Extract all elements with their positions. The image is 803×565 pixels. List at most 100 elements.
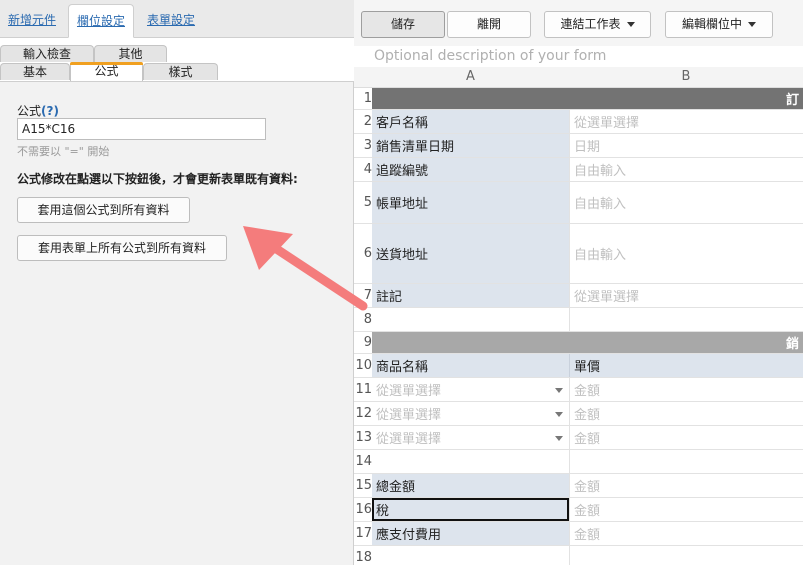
formula-note: 公式修改在點選以下按鈕後，才會更新表單既有資料: (17, 172, 298, 186)
edit-field-label: 編輯欄位中 (681, 17, 742, 31)
cell-b4[interactable]: 自由輸入 (569, 158, 803, 181)
sub-tab-bar: 輸入檢查 其他 基本 公式 樣式 (0, 38, 354, 82)
formula-input[interactable] (17, 118, 266, 140)
tab-validation[interactable]: 輸入檢查 (0, 45, 94, 62)
column-a-header[interactable]: A (372, 67, 569, 87)
tab-form-settings[interactable]: 表單設定 (138, 4, 204, 38)
table-row: 9 銷 (354, 332, 803, 354)
cell-b7[interactable]: 從選單選擇 (569, 284, 803, 307)
cell-a17[interactable]: 應支付費用 (372, 522, 569, 545)
apply-formula-button[interactable]: 套用這個公式到所有資料 (17, 197, 190, 223)
row-number: 11 (355, 382, 372, 397)
annotation-arrow-icon (243, 226, 368, 311)
table-row: 13 從選單選擇 金額 (354, 426, 803, 450)
cell-a2[interactable]: 客戶名稱 (372, 110, 569, 133)
dropdown-value: 從選單選擇 (376, 384, 442, 399)
tab-add-component[interactable]: 新增元件 (0, 4, 64, 38)
apply-all-formulas-button[interactable]: 套用表單上所有公式到所有資料 (17, 235, 227, 261)
table-row: 14 (354, 450, 803, 474)
row-number: 2 (363, 114, 372, 129)
form-description[interactable]: Optional description of your form (374, 48, 606, 64)
cell-a16-selected[interactable]: 稅 (372, 498, 569, 521)
formula-label: 公式(?) (17, 104, 59, 118)
row-number: 9 (363, 335, 372, 350)
top-tab-bar: 新增元件 欄位設定 表單設定 (0, 0, 354, 38)
cell-b1[interactable]: 訂 (569, 88, 803, 109)
cell-a5[interactable]: 帳單地址 (372, 182, 569, 223)
row-number: 10 (355, 358, 372, 373)
table-row: 5 帳單地址 自由輸入 (354, 182, 803, 224)
link-sheet-button[interactable]: 連結工作表 (544, 11, 651, 38)
edit-field-button[interactable]: 編輯欄位中 (665, 11, 773, 38)
formula-section: 公式(?) 不需要以 "=" 開始 公式修改在點選以下按鈕後，才會更新表單既有資… (0, 82, 354, 565)
row-number: 18 (355, 550, 372, 565)
cell-a15[interactable]: 總金額 (372, 474, 569, 497)
cell-b15[interactable]: 金額 (569, 474, 803, 497)
cell-a9[interactable] (372, 332, 569, 353)
column-header: A B (354, 67, 803, 88)
row-number: 13 (355, 430, 372, 445)
dropdown-arrow-icon[interactable] (555, 387, 563, 393)
cell-a14[interactable] (372, 450, 569, 473)
cell-a10[interactable]: 商品名稱 (372, 354, 569, 377)
cell-a8[interactable] (372, 308, 569, 331)
tab-other[interactable]: 其他 (94, 45, 167, 62)
link-sheet-label: 連結工作表 (560, 17, 621, 31)
column-b-header[interactable]: B (569, 67, 803, 87)
table-row: 7 註記 從選單選擇 (354, 284, 803, 308)
table-row: 12 從選單選擇 金額 (354, 402, 803, 426)
table-row: 18 (354, 546, 803, 565)
cell-a11[interactable]: 從選單選擇 (372, 378, 569, 401)
cell-b12[interactable]: 金額 (569, 402, 803, 425)
cell-b8[interactable] (569, 308, 803, 331)
dropdown-arrow-icon[interactable] (555, 435, 563, 441)
row-number: 1 (363, 91, 372, 106)
active-tab-indicator (70, 62, 143, 65)
leave-button[interactable]: 離開 (447, 11, 531, 38)
cell-a13[interactable]: 從選單選擇 (372, 426, 569, 449)
table-row: 3 銷售清單日期 日期 (354, 134, 803, 158)
cell-a18[interactable] (372, 546, 569, 565)
row-number: 14 (355, 454, 372, 469)
row-number: 5 (363, 195, 372, 210)
row-number: 17 (355, 526, 372, 541)
cell-a6[interactable]: 送貨地址 (372, 224, 569, 283)
row-number: 4 (363, 162, 372, 177)
formula-help-link[interactable]: (?) (41, 104, 59, 118)
cell-b18[interactable] (569, 546, 803, 565)
table-row: 16 稅 金額 (354, 498, 803, 522)
cell-b5[interactable]: 自由輸入 (569, 182, 803, 223)
cell-b3[interactable]: 日期 (569, 134, 803, 157)
table-row: 1 訂 (354, 88, 803, 110)
cell-a12[interactable]: 從選單選擇 (372, 402, 569, 425)
cell-b2[interactable]: 從選單選擇 (569, 110, 803, 133)
cell-b11[interactable]: 金額 (569, 378, 803, 401)
cell-a4[interactable]: 追蹤編號 (372, 158, 569, 181)
dropdown-arrow-icon[interactable] (555, 411, 563, 417)
save-button[interactable]: 儲存 (361, 11, 445, 38)
table-row: 4 追蹤編號 自由輸入 (354, 158, 803, 182)
cell-b16[interactable]: 金額 (569, 498, 803, 521)
cell-a7[interactable]: 註記 (372, 284, 569, 307)
cell-b17[interactable]: 金額 (569, 522, 803, 545)
cell-b9[interactable]: 銷 (569, 332, 803, 353)
cell-a3[interactable]: 銷售清單日期 (372, 134, 569, 157)
row-number: 12 (355, 406, 372, 421)
toolbar: 儲存 離開 連結工作表 編輯欄位中 (354, 0, 803, 46)
row-number: 3 (363, 138, 372, 153)
chevron-down-icon (626, 22, 635, 27)
table-row: 11 從選單選擇 金額 (354, 378, 803, 402)
cell-b14[interactable] (569, 450, 803, 473)
table-row: 10 商品名稱 單價 (354, 354, 803, 378)
table-row: 17 應支付費用 金額 (354, 522, 803, 546)
cell-b13[interactable]: 金額 (569, 426, 803, 449)
dropdown-value: 從選單選擇 (376, 432, 442, 447)
tab-field-settings[interactable]: 欄位設定 (68, 4, 134, 38)
tab-style[interactable]: 樣式 (143, 63, 218, 80)
cell-b10[interactable]: 單價 (569, 354, 803, 377)
tab-basic[interactable]: 基本 (0, 63, 70, 80)
cell-b6[interactable]: 自由輸入 (569, 224, 803, 283)
chevron-down-icon (748, 22, 756, 27)
table-row: 6 送貨地址 自由輸入 (354, 224, 803, 284)
cell-a1[interactable] (372, 88, 569, 109)
